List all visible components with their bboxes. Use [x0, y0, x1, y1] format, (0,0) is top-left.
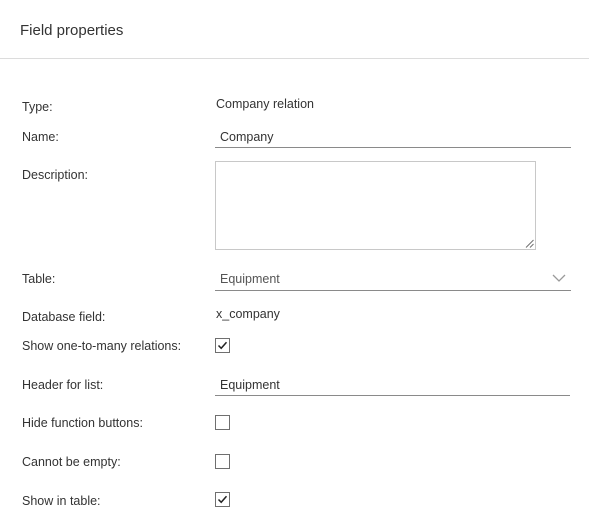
type-label: Type:	[22, 100, 53, 114]
panel-header: Field properties	[0, 0, 589, 59]
name-input[interactable]	[215, 126, 571, 148]
table-select-value: Equipment	[220, 272, 280, 286]
resize-grip-icon[interactable]	[525, 239, 534, 248]
checkmark-icon	[217, 341, 228, 350]
name-label: Name:	[22, 130, 59, 144]
checkmark-icon	[217, 495, 228, 504]
database-field-label: Database field:	[22, 310, 106, 324]
field-properties-panel: Field properties Type: Company relation …	[0, 0, 589, 524]
table-label: Table:	[22, 272, 56, 286]
chevron-down-icon[interactable]	[552, 273, 566, 283]
description-textarea[interactable]	[215, 161, 536, 250]
show-one-to-many-label: Show one-to-many relations:	[22, 339, 182, 353]
description-label: Description:	[22, 168, 88, 182]
hide-function-buttons-label: Hide function buttons:	[22, 416, 143, 430]
hide-function-buttons-checkbox[interactable]	[215, 415, 230, 430]
database-field-value: x_company	[216, 307, 280, 321]
show-one-to-many-checkbox[interactable]	[215, 338, 230, 353]
cannot-be-empty-checkbox[interactable]	[215, 454, 230, 469]
type-value: Company relation	[216, 97, 314, 111]
show-in-table-label: Show in table:	[22, 494, 101, 508]
cannot-be-empty-label: Cannot be empty:	[22, 455, 121, 469]
panel-title: Field properties	[20, 22, 124, 39]
header-for-list-input[interactable]	[215, 374, 570, 396]
show-in-table-checkbox[interactable]	[215, 492, 230, 507]
header-for-list-label: Header for list:	[22, 378, 104, 392]
table-select[interactable]: Equipment	[215, 268, 571, 291]
